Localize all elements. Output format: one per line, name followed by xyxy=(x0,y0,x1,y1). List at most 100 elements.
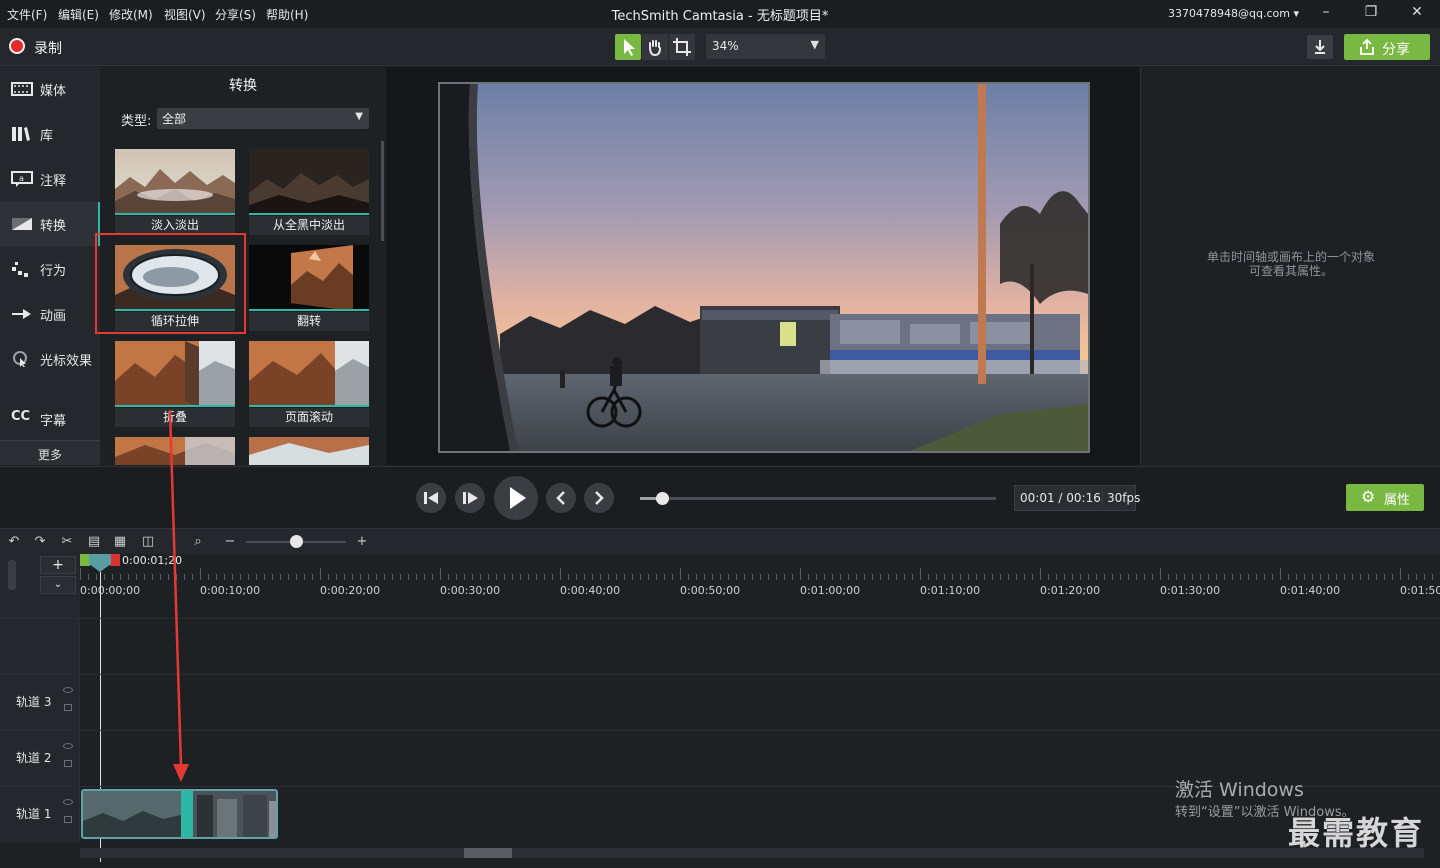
type-select[interactable]: 全部 ▼ xyxy=(157,108,369,129)
tile-label: 页面滚动 xyxy=(249,408,369,427)
empty-track-area[interactable] xyxy=(0,618,1440,675)
nav-label: 光标效果 xyxy=(40,354,93,369)
gear-icon: ⚙ xyxy=(1361,487,1376,506)
copy-icon[interactable]: ▤ xyxy=(86,534,102,550)
nav-label: 媒体 xyxy=(40,84,67,99)
tile-accent xyxy=(249,405,369,407)
track-3[interactable]: 轨道 3 xyxy=(0,674,1440,731)
transition-fade[interactable]: 淡入淡出 xyxy=(115,149,235,235)
restore-icon[interactable]: ❐ xyxy=(1361,4,1381,24)
thumbnail xyxy=(115,341,235,407)
transition-fade-from-black[interactable]: 从全黑中淡出 xyxy=(249,149,369,235)
properties-panel: 单击时间轴或画布上的一个对象 可查看其属性。 xyxy=(1140,67,1440,465)
search-icon[interactable]: ⌕ xyxy=(190,534,206,550)
transition-tile-partial[interactable] xyxy=(249,437,369,465)
cursor-effect-icon xyxy=(13,351,27,367)
eye-icon[interactable] xyxy=(63,687,73,693)
add-track-button[interactable]: + xyxy=(40,556,76,574)
lock-icon[interactable] xyxy=(64,760,72,767)
selection-end-marker[interactable] xyxy=(110,554,120,566)
transition-fold[interactable]: 折叠 xyxy=(115,341,235,427)
eye-icon[interactable] xyxy=(63,799,73,805)
ruler-label: 0:01:00;00 xyxy=(800,584,861,597)
zoom-out-icon[interactable]: − xyxy=(222,534,238,550)
nav-label: 注释 xyxy=(40,174,67,189)
track-controls-header: + ⌄ xyxy=(0,554,80,618)
hand-icon xyxy=(649,40,661,57)
cut-icon[interactable]: ✂ xyxy=(59,534,75,550)
ruler-label: 0:00:40;00 xyxy=(560,584,621,597)
chevron-right-icon xyxy=(595,491,604,505)
selection-start-marker[interactable] xyxy=(80,554,90,566)
annotation-icon: a xyxy=(11,171,33,187)
play-icon xyxy=(510,487,526,509)
plus-icon: + xyxy=(52,557,64,573)
time-display: 00:01 / 00:16 30fps xyxy=(1014,485,1140,511)
next-marker-button[interactable] xyxy=(584,483,614,513)
more-button[interactable]: 更多 xyxy=(0,440,100,465)
nav-annotations[interactable]: a 注释 xyxy=(0,157,100,201)
eye-icon[interactable] xyxy=(63,743,73,749)
ruler-label: 0:00:30;00 xyxy=(440,584,501,597)
properties-button[interactable]: ⚙ 属性 xyxy=(1346,484,1424,511)
hint-line-2: 可查看其属性。 xyxy=(1248,264,1333,278)
crop-tool-button[interactable] xyxy=(669,34,695,60)
canvas-area[interactable] xyxy=(386,67,1140,465)
select-tool-button[interactable] xyxy=(615,34,641,60)
track-height-slider[interactable] xyxy=(8,560,16,590)
transition-flip[interactable]: 翻转 xyxy=(249,245,369,331)
nav-library[interactable]: 库 xyxy=(0,112,100,156)
chevron-down-icon: ▼ xyxy=(810,38,819,51)
chevron-down-icon: ⌄ xyxy=(53,579,63,590)
transition-page-roll[interactable]: 页面滚动 xyxy=(249,341,369,427)
paste-icon[interactable]: ▦ xyxy=(112,534,128,550)
title-bar: 文件(F) 编辑(E) 修改(M) 视图(V) 分享(S) 帮助(H) Tech… xyxy=(0,0,1440,28)
close-icon[interactable]: ✕ xyxy=(1407,4,1427,24)
nav-behaviors[interactable]: 行为 xyxy=(0,247,100,291)
ruler-label: 0:00:10;00 xyxy=(200,584,261,597)
timeline-scrollbar[interactable] xyxy=(80,848,1424,858)
nav-transitions[interactable]: 转换 xyxy=(0,202,100,246)
film-icon xyxy=(11,82,33,96)
nav-captions[interactable]: CC 字幕 xyxy=(0,397,100,441)
thumbnail xyxy=(115,149,235,215)
step-back-button[interactable] xyxy=(416,483,446,513)
account-menu[interactable]: 3370478948@qq.com ▾ xyxy=(1168,7,1299,20)
lock-icon[interactable] xyxy=(64,816,72,823)
transition-tile-partial[interactable] xyxy=(115,437,235,465)
nav-cursor-effects[interactable]: 光标效果 xyxy=(0,337,100,381)
track-options-button[interactable]: ⌄ xyxy=(40,576,76,594)
undo-icon[interactable]: ↶ xyxy=(6,534,22,550)
redo-icon[interactable]: ↷ xyxy=(32,534,48,550)
nav-animations[interactable]: 动画 xyxy=(0,292,100,336)
split-icon[interactable]: ◫ xyxy=(140,534,156,550)
play-button[interactable] xyxy=(494,476,538,520)
nav-media[interactable]: 媒体 xyxy=(0,67,100,111)
chevron-left-icon xyxy=(556,491,565,505)
ruler-label: 0:00:50;00 xyxy=(680,584,741,597)
share-button[interactable]: 分享 xyxy=(1344,34,1430,60)
scrollbar[interactable] xyxy=(381,141,384,241)
zoom-value: 34% xyxy=(712,39,739,53)
previous-marker-button[interactable] xyxy=(546,483,576,513)
scrubber-handle[interactable] xyxy=(656,492,669,505)
properties-label: 属性 xyxy=(1384,493,1411,508)
lock-icon[interactable] xyxy=(64,704,72,711)
timeline: + ⌄ 0:00:00;00 0:00:10;00 0:00:20;00 0:0… xyxy=(0,554,1440,868)
svg-text:a: a xyxy=(19,174,24,183)
video-preview[interactable] xyxy=(438,82,1090,453)
zoom-select[interactable]: 34% ▼ xyxy=(706,34,825,59)
pan-tool-button[interactable] xyxy=(642,34,668,60)
tile-label: 折叠 xyxy=(115,408,235,427)
minimize-icon[interactable]: – xyxy=(1316,4,1336,24)
transition-icon xyxy=(12,218,32,230)
timeline-zoom-handle[interactable] xyxy=(290,535,303,548)
scrollbar-thumb[interactable] xyxy=(464,848,512,858)
ruler-ticks xyxy=(80,568,1433,580)
transition-on-clip[interactable] xyxy=(181,791,193,837)
step-forward-button[interactable] xyxy=(455,483,485,513)
download-button[interactable] xyxy=(1307,35,1333,59)
scrubber-track[interactable] xyxy=(640,497,996,500)
zoom-in-icon[interactable]: + xyxy=(354,534,370,550)
media-clip[interactable] xyxy=(81,789,278,839)
